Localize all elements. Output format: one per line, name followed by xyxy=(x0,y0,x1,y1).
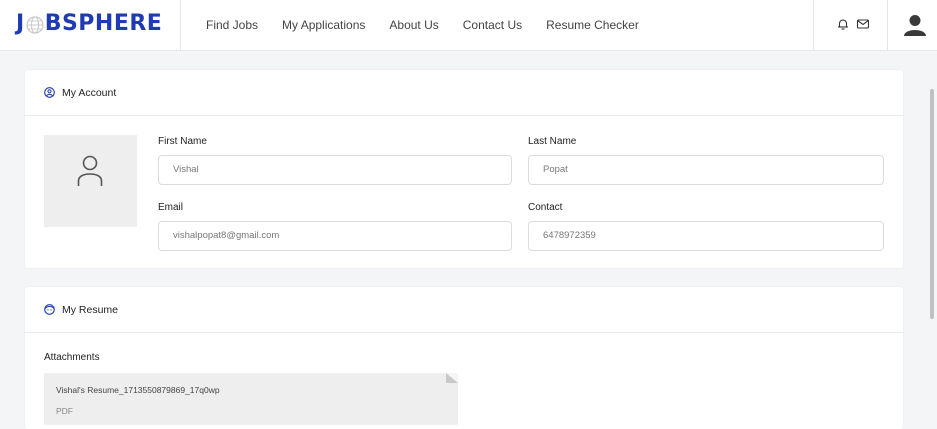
attachments-label: Attachments xyxy=(44,352,100,363)
nav-contact-us[interactable]: Contact Us xyxy=(463,18,522,32)
header-divider xyxy=(813,0,814,51)
logo-text-start: J xyxy=(16,11,25,36)
nav-resume-checker[interactable]: Resume Checker xyxy=(546,18,639,32)
my-account-card: My Account First Name Vishal Last Name P… xyxy=(25,70,903,268)
nav-about-us[interactable]: About Us xyxy=(389,18,438,32)
profile-photo-placeholder[interactable] xyxy=(44,135,137,227)
first-name-field[interactable]: Vishal xyxy=(158,155,512,185)
header-divider xyxy=(180,0,181,51)
my-account-header: My Account xyxy=(25,70,903,116)
main-nav: Find Jobs My Applications About Us Conta… xyxy=(206,18,663,32)
user-outline-icon xyxy=(77,155,103,186)
contact-label: Contact xyxy=(528,202,563,213)
header-divider xyxy=(887,0,888,51)
resume-attachment[interactable]: Vishal's Resume_1713550879869_17q0wp PDF xyxy=(44,373,458,425)
account-circle-icon xyxy=(44,87,55,98)
last-name-field[interactable]: Popat xyxy=(528,155,884,185)
email-label: Email xyxy=(158,202,184,213)
resume-face-icon xyxy=(44,304,55,315)
bell-icon[interactable] xyxy=(836,17,850,36)
nav-find-jobs[interactable]: Find Jobs xyxy=(206,18,258,32)
user-avatar-icon[interactable] xyxy=(903,13,927,37)
contact-field[interactable]: 6478972359 xyxy=(528,221,884,251)
brand-logo[interactable]: J BSPHERE xyxy=(16,11,162,36)
attachment-file-name: Vishal's Resume_1713550879869_17q0wp xyxy=(56,385,220,395)
my-resume-header: My Resume xyxy=(25,287,903,333)
top-navbar: J BSPHERE Find Jobs My Applications Abou… xyxy=(0,0,937,51)
email-field[interactable]: vishalpopat8@gmail.com xyxy=(158,221,512,251)
attachment-file-type: PDF xyxy=(56,406,73,416)
my-account-title: My Account xyxy=(62,86,117,99)
header-actions xyxy=(836,17,870,36)
logo-text-end: BSPHERE xyxy=(44,11,163,36)
first-name-label: First Name xyxy=(158,136,207,147)
my-resume-title: My Resume xyxy=(62,303,119,316)
last-name-label: Last Name xyxy=(528,136,577,147)
file-corner-fold xyxy=(446,373,458,383)
mail-icon[interactable] xyxy=(856,17,870,36)
my-resume-card: My Resume Attachments Vishal's Resume_17… xyxy=(25,287,903,429)
page-scrollbar[interactable] xyxy=(928,51,937,429)
nav-my-applications[interactable]: My Applications xyxy=(282,18,365,32)
globe-icon xyxy=(26,15,44,34)
scrollbar-thumb[interactable] xyxy=(930,89,934,319)
